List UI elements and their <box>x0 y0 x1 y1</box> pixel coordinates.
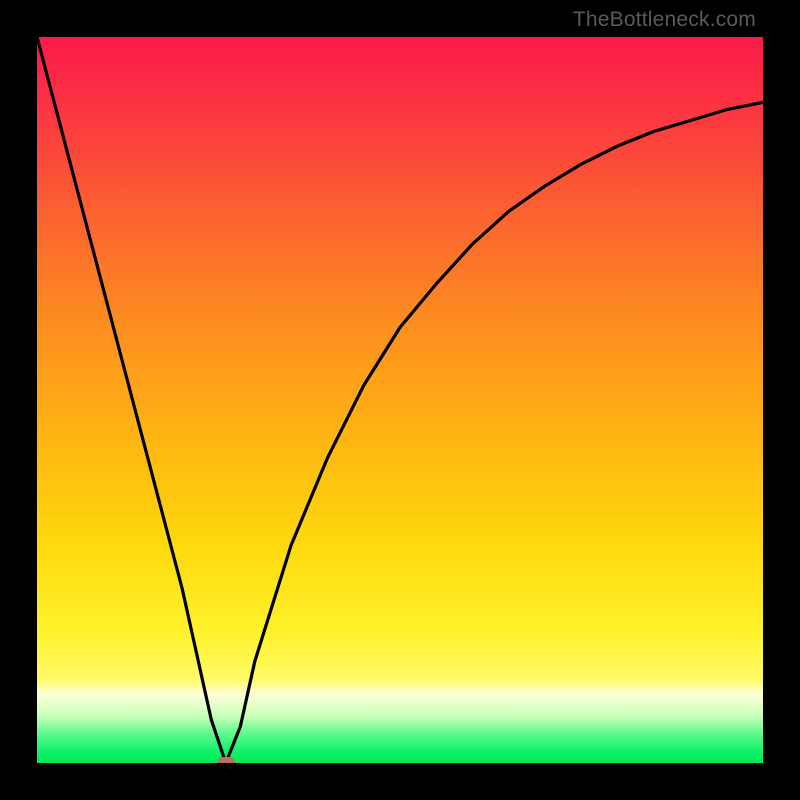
plot-area <box>37 37 763 763</box>
bottleneck-curve <box>37 37 763 763</box>
chart-frame: TheBottleneck.com <box>0 0 800 800</box>
watermark-text: TheBottleneck.com <box>573 8 756 32</box>
optimal-point-marker <box>217 757 235 763</box>
